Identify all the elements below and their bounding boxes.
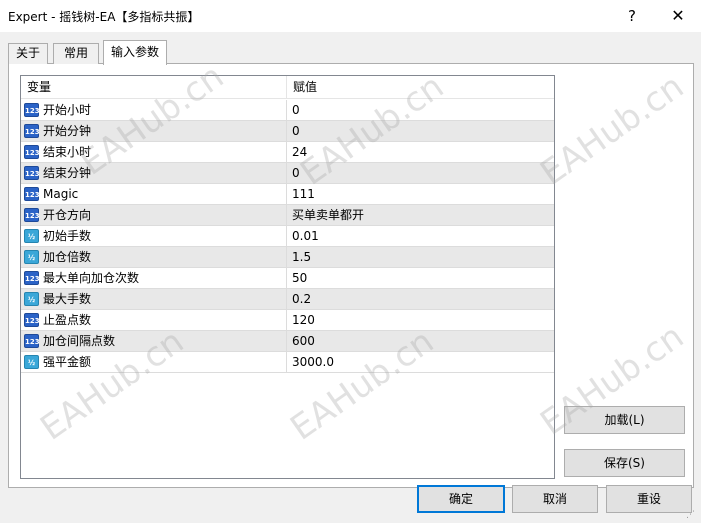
reset-button-label: 重设 bbox=[636, 492, 661, 506]
grid-rows: 123 开始小时 0 123 开始分钟 0 123 结束小时 24 123 结束分钟 0 123 Magi… bbox=[21, 100, 554, 373]
double-type-icon: ½ bbox=[24, 292, 39, 306]
variable-name: 止盈点数 bbox=[43, 313, 92, 327]
variable-cell: ½ 初始手数 bbox=[21, 226, 286, 246]
tab-about[interactable]: 关于 bbox=[8, 43, 48, 64]
variable-cell: 123 开始小时 bbox=[21, 100, 286, 120]
reset-button[interactable]: 重设 bbox=[606, 485, 692, 513]
table-row[interactable]: 123 止盈点数 120 bbox=[21, 310, 554, 331]
double-type-icon: ½ bbox=[24, 229, 39, 243]
table-row[interactable]: ½ 强平金额 3000.0 bbox=[21, 352, 554, 373]
variable-name: 最大单向加仓次数 bbox=[43, 271, 140, 285]
variable-name: 加仓倍数 bbox=[43, 250, 92, 264]
variable-name: 开始分钟 bbox=[43, 124, 92, 138]
value-cell[interactable]: 0 bbox=[286, 163, 554, 183]
table-row[interactable]: ½ 初始手数 0.01 bbox=[21, 226, 554, 247]
int-type-icon: 123 bbox=[24, 145, 40, 159]
value-cell[interactable]: 0.01 bbox=[286, 226, 554, 246]
value-cell[interactable]: 0.2 bbox=[286, 289, 554, 309]
cancel-button[interactable]: 取消 bbox=[512, 485, 598, 513]
int-type-icon: 123 bbox=[24, 166, 40, 180]
header-variable[interactable]: 变量 bbox=[21, 76, 286, 98]
variable-cell: 123 结束小时 bbox=[21, 142, 286, 162]
table-row[interactable]: ½ 最大手数 0.2 bbox=[21, 289, 554, 310]
double-type-icon: ½ bbox=[24, 250, 39, 264]
table-row[interactable]: 123 开仓方向 买单卖单都开 bbox=[21, 205, 554, 226]
cancel-button-label: 取消 bbox=[542, 492, 567, 506]
grid-header: 变量 赋值 bbox=[21, 76, 554, 99]
variable-name: 初始手数 bbox=[43, 229, 92, 243]
value-cell[interactable]: 24 bbox=[286, 142, 554, 162]
variable-cell: 123 止盈点数 bbox=[21, 310, 286, 330]
window-title: Expert - 摇钱树-EA【多指标共振】 bbox=[8, 10, 200, 24]
variable-cell: 123 最大单向加仓次数 bbox=[21, 268, 286, 288]
int-type-icon: 123 bbox=[24, 187, 40, 201]
tab-common[interactable]: 常用 bbox=[53, 43, 99, 64]
table-row[interactable]: 123 开始分钟 0 bbox=[21, 121, 554, 142]
variable-cell: 123 结束分钟 bbox=[21, 163, 286, 183]
variable-cell: ½ 加仓倍数 bbox=[21, 247, 286, 267]
variable-cell: ½ 最大手数 bbox=[21, 289, 286, 309]
header-value[interactable]: 赋值 bbox=[287, 76, 554, 98]
variable-name: 结束小时 bbox=[43, 145, 92, 159]
int-type-icon: 123 bbox=[24, 313, 40, 327]
value-cell[interactable]: 111 bbox=[286, 184, 554, 204]
int-type-icon: 123 bbox=[24, 271, 40, 285]
variable-name: 开始小时 bbox=[43, 103, 92, 117]
value-cell[interactable]: 买单卖单都开 bbox=[286, 205, 554, 225]
variable-name: 开仓方向 bbox=[43, 208, 92, 222]
save-button-label: 保存(S) bbox=[604, 456, 645, 470]
title-bar: Expert - 摇钱树-EA【多指标共振】 ? ✕ bbox=[0, 0, 701, 32]
int-type-icon: 123 bbox=[24, 208, 40, 222]
ok-button[interactable]: 确定 bbox=[417, 485, 505, 513]
parameters-grid: 变量 赋值 123 开始小时 0 123 开始分钟 0 123 结束小时 24 123 结束分钟 0 1… bbox=[20, 75, 555, 479]
value-cell[interactable]: 600 bbox=[286, 331, 554, 351]
variable-cell: ½ 强平金额 bbox=[21, 352, 286, 372]
table-row[interactable]: 123 最大单向加仓次数 50 bbox=[21, 268, 554, 289]
int-type-icon: 123 bbox=[24, 334, 40, 348]
load-button[interactable]: 加载(L) bbox=[564, 406, 685, 434]
variable-name: Magic bbox=[43, 187, 79, 201]
variable-cell: 123 开始分钟 bbox=[21, 121, 286, 141]
variable-name: 强平金额 bbox=[43, 355, 92, 369]
value-cell[interactable]: 50 bbox=[286, 268, 554, 288]
double-type-icon: ½ bbox=[24, 355, 39, 369]
table-row[interactable]: 123 加仓间隔点数 600 bbox=[21, 331, 554, 352]
load-button-label: 加载(L) bbox=[604, 413, 645, 427]
int-type-icon: 123 bbox=[24, 124, 40, 138]
save-button[interactable]: 保存(S) bbox=[564, 449, 685, 477]
table-row[interactable]: 123 结束小时 24 bbox=[21, 142, 554, 163]
resize-grip-icon[interactable]: ⋰ bbox=[686, 509, 698, 521]
int-type-icon: 123 bbox=[24, 103, 40, 117]
value-cell[interactable]: 3000.0 bbox=[286, 352, 554, 372]
table-row[interactable]: 123 Magic 111 bbox=[21, 184, 554, 205]
table-row[interactable]: 123 结束分钟 0 bbox=[21, 163, 554, 184]
variable-cell: 123 开仓方向 bbox=[21, 205, 286, 225]
variable-cell: 123 Magic bbox=[21, 184, 286, 204]
value-cell[interactable]: 0 bbox=[286, 100, 554, 120]
table-row[interactable]: 123 开始小时 0 bbox=[21, 100, 554, 121]
variable-name: 最大手数 bbox=[43, 292, 92, 306]
close-button[interactable]: ✕ bbox=[658, 2, 698, 30]
variable-name: 加仓间隔点数 bbox=[43, 334, 116, 348]
tab-inputs[interactable]: 输入参数 bbox=[103, 40, 167, 65]
variable-cell: 123 加仓间隔点数 bbox=[21, 331, 286, 351]
ok-button-label: 确定 bbox=[448, 492, 473, 506]
table-row[interactable]: ½ 加仓倍数 1.5 bbox=[21, 247, 554, 268]
help-button[interactable]: ? bbox=[614, 2, 650, 30]
variable-name: 结束分钟 bbox=[43, 166, 92, 180]
value-cell[interactable]: 120 bbox=[286, 310, 554, 330]
value-cell[interactable]: 1.5 bbox=[286, 247, 554, 267]
value-cell[interactable]: 0 bbox=[286, 121, 554, 141]
